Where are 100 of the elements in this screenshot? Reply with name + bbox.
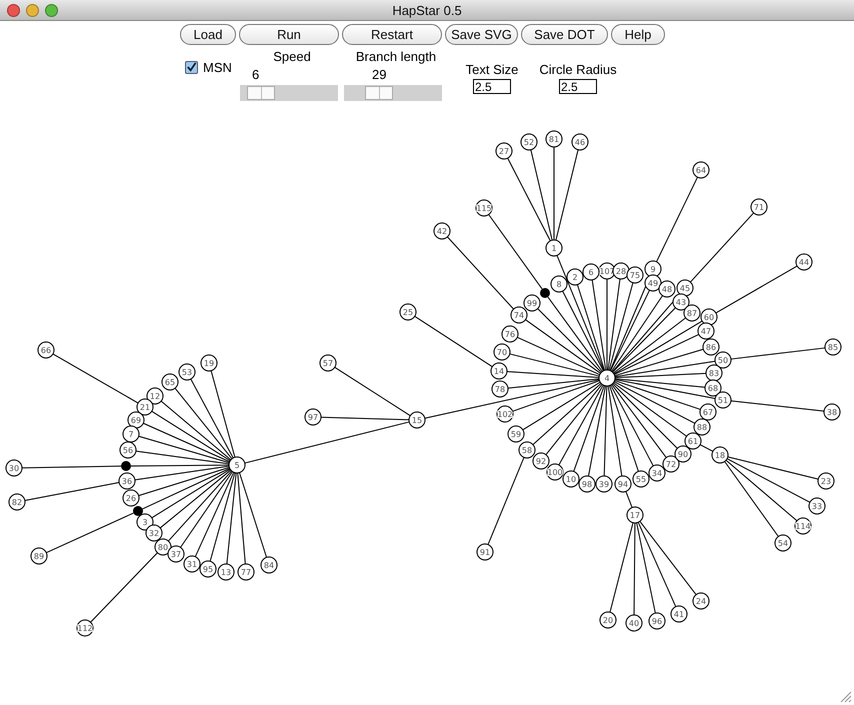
haplotype-node: 87 <box>684 304 700 322</box>
haplotype-node: 54 <box>774 534 792 552</box>
haplotype-node: 19 <box>200 354 218 372</box>
haplotype-node: 59 <box>508 426 524 442</box>
haplotype-node: 77 <box>238 564 254 580</box>
toolbar-button[interactable]: Help <box>611 24 665 45</box>
haplotype-node: 81 <box>546 130 562 148</box>
close-icon[interactable] <box>7 4 20 17</box>
haplotype-node: 37 <box>168 546 184 562</box>
haplotype-node: 44 <box>796 254 812 270</box>
haplotype-node: 8 <box>550 276 568 292</box>
minimize-icon[interactable] <box>26 4 39 17</box>
haplotype-node: 57 <box>320 354 336 372</box>
haplotype-node: 33 <box>808 498 826 514</box>
haplotype-node: 58 <box>518 442 536 458</box>
slider-thumb[interactable] <box>247 86 275 100</box>
toolbar-button[interactable]: Save SVG <box>445 24 518 45</box>
haplotype-node: 42 <box>434 222 450 240</box>
haplotype-node: 84 <box>260 556 278 574</box>
haplotype-node: 40 <box>626 614 642 632</box>
haplotype-node: 99 <box>524 294 540 312</box>
haplotype-node: 90 <box>674 446 692 462</box>
haplotype-node: 91 <box>476 544 494 560</box>
haplotype-node: 89 <box>30 548 48 564</box>
haplotype-node: 52 <box>520 134 538 150</box>
edge-line <box>700 444 714 452</box>
haplotype-node: 2 <box>566 268 584 286</box>
haplotype-node: 38 <box>824 404 840 420</box>
haplotype-node: 47 <box>698 322 714 340</box>
slider-label: Speed <box>273 49 311 66</box>
haplotype-node: 17 <box>626 506 644 524</box>
haplotype-node: 5 <box>228 456 246 474</box>
slider-label: Branch length <box>356 49 436 66</box>
haplotype-node: 97 <box>304 408 322 426</box>
haplotype-node: 74 <box>510 306 528 324</box>
haplotype-node: 48 <box>658 280 676 298</box>
resize-grip-icon[interactable] <box>840 691 852 703</box>
haplotype-node: 36 <box>118 472 136 490</box>
haplotype-node: 70 <box>494 344 510 360</box>
field-label: Text Size <box>466 62 518 79</box>
checkbox-label: MSN <box>203 60 232 74</box>
haplotype-node: 6 <box>582 264 600 280</box>
msn-checkbox[interactable] <box>185 60 198 74</box>
haplotype-node: 1 <box>546 240 562 256</box>
toolbar-button[interactable]: Run <box>239 24 339 45</box>
haplotype-node: 95 <box>200 560 216 578</box>
haplotype-node: 25 <box>400 304 416 320</box>
slider-reading: 29 <box>372 67 386 83</box>
slider-track[interactable] <box>240 85 338 101</box>
zoom-icon[interactable] <box>45 4 58 17</box>
slider-track[interactable] <box>344 85 442 101</box>
haplotype-node: 31 <box>184 556 200 572</box>
haplotype-node: 114 <box>794 518 812 534</box>
haplotype-node: 24 <box>692 592 710 610</box>
toolbar-button[interactable]: Load <box>180 24 236 45</box>
haplotype-node: 20 <box>600 612 616 628</box>
haplotype-node: 94 <box>614 476 632 492</box>
haplotype-node: 26 <box>122 490 140 506</box>
input-field[interactable]: 2.5 <box>559 79 597 94</box>
haplotype-node: 51 <box>714 392 732 408</box>
haplotype-node: 14 <box>490 362 508 380</box>
slider-thumb[interactable] <box>365 86 393 100</box>
haplotype-node: 10 <box>562 470 580 488</box>
haplotype-node: 7 <box>122 426 140 442</box>
haplotype-node: 34 <box>648 464 666 482</box>
haplotype-node: 13 <box>218 564 234 580</box>
toolbar-button[interactable]: Save DOT <box>521 24 608 45</box>
haplotype-node: 66 <box>38 342 54 358</box>
haplotype-node: 82 <box>8 494 26 510</box>
haplotype-node: 15 <box>408 412 426 428</box>
haplotype-node: 41 <box>670 606 688 622</box>
haplotype-node: 65 <box>162 374 178 390</box>
haplotype-node: 98 <box>578 476 596 492</box>
field-label: Circle Radius <box>539 62 617 79</box>
edge-line <box>625 490 633 508</box>
toolbar-button[interactable]: Restart <box>342 24 442 45</box>
haplotype-node: 76 <box>502 326 518 342</box>
haplotype-node: 112 <box>76 620 94 636</box>
window-title: HapStar 0.5 <box>392 2 462 18</box>
haplotype-node: 78 <box>492 380 508 398</box>
haplotype-node: 85 <box>824 338 842 356</box>
haplotype-node: 55 <box>632 470 650 488</box>
input-field[interactable]: 2.5 <box>473 79 511 94</box>
haplotype-node: 18 <box>712 446 728 464</box>
haplotype-node: 30 <box>6 460 22 476</box>
haplotype-node: 46 <box>572 134 588 150</box>
haplotype-node: 39 <box>596 476 612 492</box>
haplotype-node: 75 <box>626 266 644 284</box>
slider-reading: 6 <box>252 67 260 83</box>
haplotype-node: 115 <box>476 200 492 216</box>
haplotype-node: 53 <box>178 364 196 380</box>
haplotype-node: 56 <box>120 442 136 458</box>
haplotype-node: 100 <box>546 464 564 480</box>
haplotype-node: 92 <box>532 452 550 470</box>
haplotype-node: 71 <box>750 198 768 216</box>
haplotype-node: 102 <box>496 406 514 422</box>
haplotype-node: 86 <box>702 338 720 356</box>
haplotype-node: 23 <box>818 472 834 490</box>
haplotype-node: 27 <box>496 142 512 160</box>
haplotype-node: 4 <box>598 370 616 386</box>
